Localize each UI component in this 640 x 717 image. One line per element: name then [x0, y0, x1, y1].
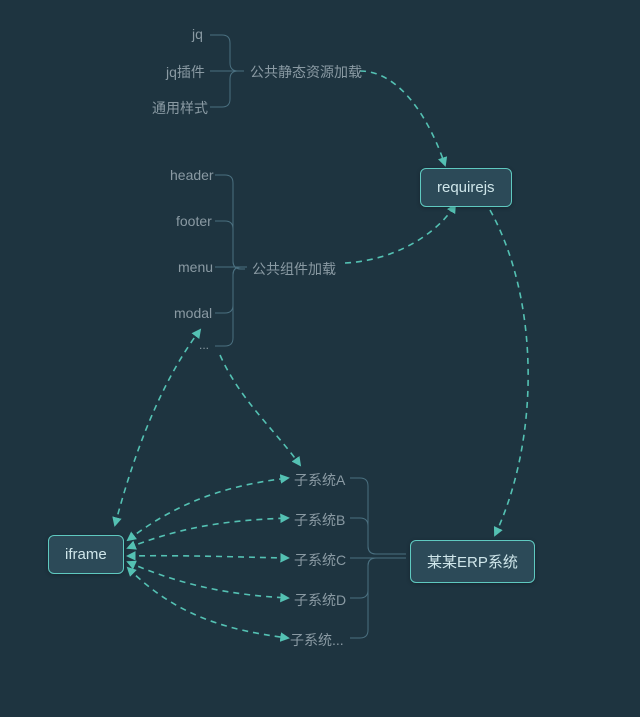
- label-static-title: 公共静态资源加载: [250, 62, 362, 82]
- label-jq: jq: [192, 26, 203, 42]
- node-iframe: iframe: [48, 535, 124, 574]
- label-subsystem-b: 子系统B: [294, 510, 345, 530]
- label-ellipsis: ...: [199, 338, 209, 352]
- label-header: header: [170, 167, 214, 183]
- label-jq-plugin: jq插件: [166, 62, 205, 82]
- label-subsystem-a: 子系统A: [294, 470, 345, 490]
- label-component-title: 公共组件加载: [252, 259, 336, 279]
- label-subsystem-c: 子系统C: [294, 550, 346, 570]
- node-erp: 某某ERP系统: [410, 540, 535, 583]
- label-subsystem-more: 子系统...: [290, 630, 344, 650]
- label-common-css: 通用样式: [152, 98, 208, 118]
- label-subsystem-d: 子系统D: [294, 590, 346, 610]
- label-modal: modal: [174, 305, 212, 321]
- node-requirejs: requirejs: [420, 168, 512, 207]
- diagram-canvas: { "nodes": { "iframe": { "text": "iframe…: [0, 0, 640, 717]
- label-menu: menu: [178, 259, 213, 275]
- label-footer: footer: [176, 213, 212, 229]
